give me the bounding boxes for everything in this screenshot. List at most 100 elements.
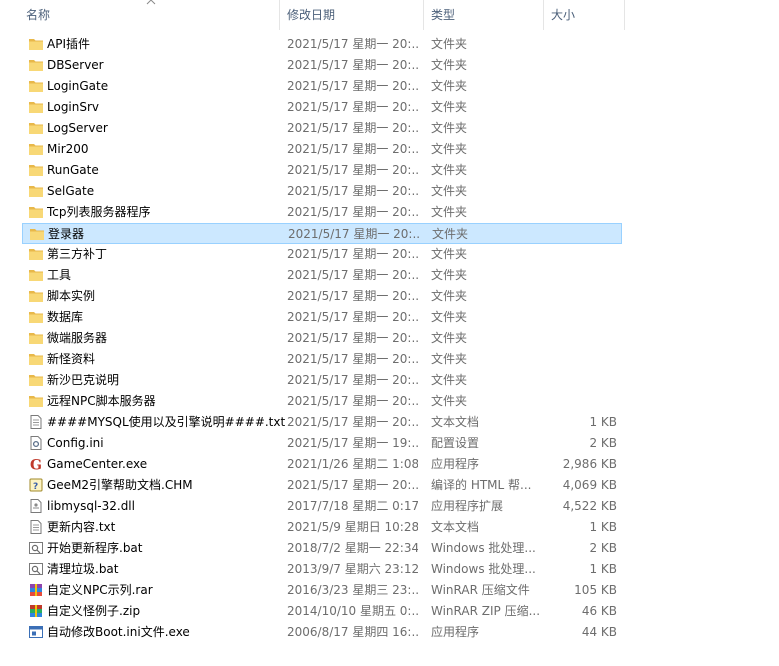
file-modified-date: 2021/5/17 星期一 20:... — [287, 142, 418, 156]
file-type: 文件夹 — [431, 331, 468, 345]
file-name: 数据库 — [47, 310, 84, 324]
file-modified-date: 2021/5/17 星期一 20:... — [287, 331, 418, 345]
file-name: GameCenter.exe — [47, 457, 148, 471]
file-row[interactable]: Config.ini 2021/5/17 星期一 19:... 配置设置 2 KB — [22, 433, 622, 454]
column-header-name-label: 名称 — [26, 8, 51, 22]
file-modified-date: 2021/5/17 星期一 20:... — [287, 478, 418, 492]
file-type: 文件夹 — [431, 205, 468, 219]
file-row[interactable]: RunGate 2021/5/17 星期一 20:... 文件夹 — [22, 160, 622, 181]
folder-icon — [28, 202, 44, 223]
file-name: 更新内容.txt — [47, 520, 116, 534]
column-header-type[interactable]: 类型 — [425, 0, 544, 30]
file-row[interactable]: 数据库 2021/5/17 星期一 20:... 文件夹 — [22, 307, 622, 328]
folder-icon — [28, 307, 44, 328]
file-name: 清理垃圾.bat — [47, 562, 119, 576]
file-type: 文本文档 — [431, 415, 480, 429]
file-row[interactable]: ####MYSQL使用以及引擎说明####.txt 2021/5/17 星期一 2… — [22, 412, 622, 433]
file-name: 自动修改Boot.ini文件.exe — [47, 625, 190, 639]
file-modified-date: 2021/5/17 星期一 20:... — [287, 184, 418, 198]
column-header: 名称 修改日期 类型 大小 — [0, 0, 626, 30]
file-modified-date: 2021/5/17 星期一 20:... — [287, 205, 418, 219]
file-modified-date: 2021/5/17 星期一 20:... — [287, 394, 418, 408]
file-row[interactable]: 第三方补丁 2021/5/17 星期一 20:... 文件夹 — [22, 244, 622, 265]
file-name: 微端服务器 — [47, 331, 108, 345]
file-size: 105 KB — [574, 583, 617, 597]
file-size — [547, 160, 617, 181]
file-modified-date: 2021/5/17 星期一 20:... — [287, 79, 418, 93]
file-row[interactable]: Mir200 2021/5/17 星期一 20:... 文件夹 — [22, 139, 622, 160]
folder-icon — [28, 55, 44, 76]
file-size: 2 KB — [589, 436, 617, 450]
file-row[interactable]: 自定义NPC示列.rar 2016/3/23 星期三 23:... WinRAR 压… — [22, 580, 622, 601]
file-type: 文件夹 — [431, 58, 468, 72]
file-modified-date: 2021/1/26 星期二 1:08 — [287, 457, 418, 471]
column-header-date[interactable]: 修改日期 — [281, 0, 424, 30]
file-row[interactable]: API插件 2021/5/17 星期一 20:... 文件夹 — [22, 34, 622, 55]
file-row[interactable]: 更新内容.txt 2021/5/9 星期日 10:28 文本文档 1 KB — [22, 517, 622, 538]
file-type: 文件夹 — [431, 310, 468, 324]
file-size — [547, 202, 617, 223]
file-size: 1 KB — [589, 562, 617, 576]
file-row[interactable]: 开始更新程序.bat 2018/7/2 星期一 22:34 Windows 批处理.… — [22, 538, 622, 559]
file-modified-date: 2021/5/17 星期一 19:... — [287, 436, 418, 450]
file-type: 文件夹 — [431, 100, 468, 114]
file-row[interactable]: 自动修改Boot.ini文件.exe 2006/8/17 星期四 16:... 应用… — [22, 622, 622, 643]
file-size — [547, 328, 617, 349]
folder-icon — [28, 34, 44, 55]
file-name: Config.ini — [47, 436, 104, 450]
file-size: 44 KB — [581, 625, 617, 639]
folder-icon — [28, 370, 44, 391]
file-type: 文件夹 — [431, 79, 468, 93]
file-modified-date: 2021/5/17 星期一 20:... — [287, 163, 418, 177]
file-name: ####MYSQL使用以及引擎说明####.txt — [47, 415, 286, 429]
file-size — [547, 34, 617, 55]
file-row[interactable]: LoginSrv 2021/5/17 星期一 20:... 文件夹 — [22, 97, 622, 118]
file-size — [547, 286, 617, 307]
folder-icon — [28, 118, 44, 139]
file-row[interactable]: DBServer 2021/5/17 星期一 20:... 文件夹 — [22, 55, 622, 76]
file-name: LoginSrv — [47, 100, 100, 114]
file-row[interactable]: G GameCenter.exe 2021/1/26 星期二 1:08 应用程序 2,9… — [22, 454, 622, 475]
file-size — [547, 370, 617, 391]
file-row[interactable]: ? GeeM2引擎帮助文档.CHM 2021/5/17 星期一 20:... 编译的 … — [22, 475, 622, 496]
column-header-size-label: 大小 — [551, 8, 576, 22]
file-row[interactable]: LogServer 2021/5/17 星期一 20:... 文件夹 — [22, 118, 622, 139]
folder-icon — [28, 349, 44, 370]
file-size — [547, 265, 617, 286]
file-row[interactable]: 自定义怪例子.zip 2014/10/10 星期五 0:... WinRAR ZIP… — [22, 601, 622, 622]
file-name: 自定义怪例子.zip — [47, 604, 141, 618]
file-modified-date: 2021/5/17 星期一 20:... — [287, 373, 418, 387]
file-size: 46 KB — [581, 604, 617, 618]
file-modified-date: 2021/5/17 星期一 20:... — [287, 37, 418, 51]
file-modified-date: 2021/5/17 星期一 20:... — [287, 247, 418, 261]
file-row[interactable]: 脚本实例 2021/5/17 星期一 20:... 文件夹 — [22, 286, 622, 307]
file-type: 文件夹 — [431, 37, 468, 51]
file-name: 脚本实例 — [47, 289, 96, 303]
file-row[interactable]: LoginGate 2021/5/17 星期一 20:... 文件夹 — [22, 76, 622, 97]
column-header-size[interactable]: 大小 — [545, 0, 625, 30]
file-row[interactable]: 清理垃圾.bat 2013/9/7 星期六 23:12 Windows 批处理...… — [22, 559, 622, 580]
file-row[interactable]: 登录器 2021/5/17 星期一 20:... 文件夹 — [22, 223, 622, 244]
column-header-type-label: 类型 — [431, 8, 456, 22]
file-row[interactable]: 微端服务器 2021/5/17 星期一 20:... 文件夹 — [22, 328, 622, 349]
file-row[interactable]: libmysql-32.dll 2017/7/18 星期二 0:17 应用程序扩展 4… — [22, 496, 622, 517]
file-row[interactable]: 工具 2021/5/17 星期一 20:... 文件夹 — [22, 265, 622, 286]
rar-archive-icon — [28, 580, 44, 601]
file-type: 文件夹 — [431, 142, 468, 156]
file-row[interactable]: 远程NPC脚本服务器 2021/5/17 星期一 20:... 文件夹 — [22, 391, 622, 412]
file-row[interactable]: Tcp列表服务器程序 2021/5/17 星期一 20:... 文件夹 — [22, 202, 622, 223]
file-modified-date: 2021/5/17 星期一 20:... — [287, 100, 418, 114]
file-row[interactable]: 新沙巴克说明 2021/5/17 星期一 20:... 文件夹 — [22, 370, 622, 391]
file-modified-date: 2021/5/17 星期一 20:... — [287, 352, 418, 366]
file-row[interactable]: 新怪资料 2021/5/17 星期一 20:... 文件夹 — [22, 349, 622, 370]
file-name: 新怪资料 — [47, 352, 96, 366]
file-modified-date: 2021/5/17 星期一 20:... — [287, 310, 418, 324]
help-file-icon: ? — [28, 475, 44, 496]
file-size — [547, 139, 617, 160]
file-type: 应用程序扩展 — [431, 499, 504, 513]
file-row[interactable]: SelGate 2021/5/17 星期一 20:... 文件夹 — [22, 181, 622, 202]
bat-file-icon — [28, 538, 44, 559]
file-size: 4,069 KB — [562, 478, 617, 492]
zip-archive-icon — [28, 601, 44, 622]
text-file-icon — [28, 517, 44, 538]
